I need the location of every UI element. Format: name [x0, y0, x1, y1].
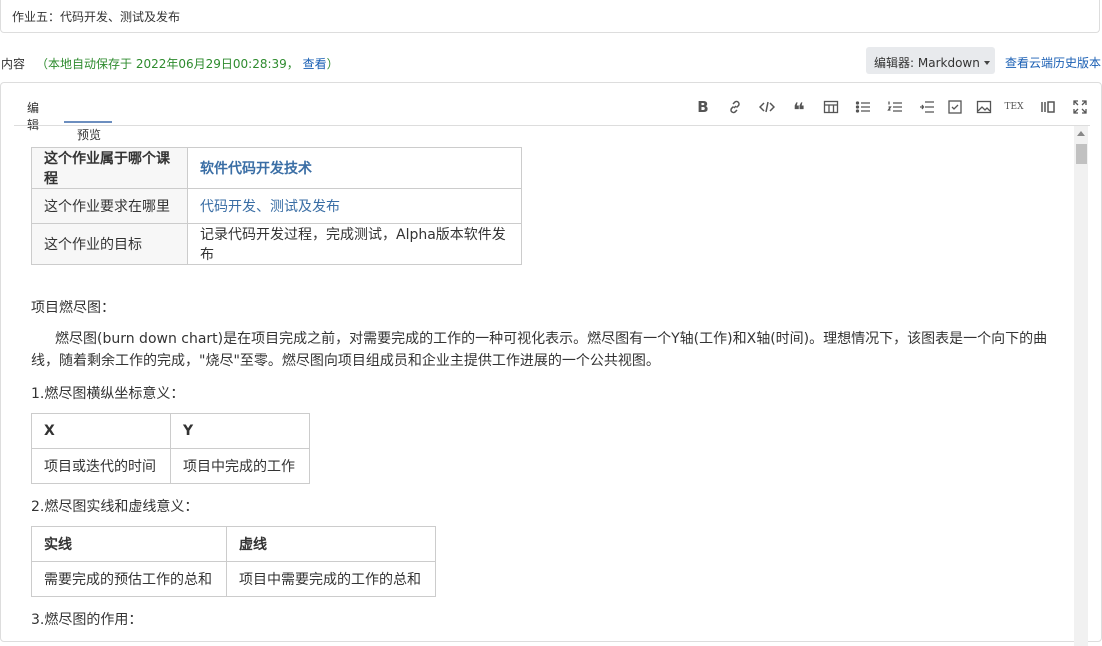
section-heading: 1.燃尽图横纵坐标意义：: [31, 386, 185, 402]
section-heading: 2.燃尽图实线和虚线意义：: [31, 499, 199, 515]
table-row: 这个作业属于哪个课程 软件代码开发技术: [31, 147, 522, 189]
preview-pane: 这个作业属于哪个课程 软件代码开发技术 这个作业要求在哪里 代码开发、测试及发布…: [15, 126, 1071, 646]
image-icon[interactable]: [974, 97, 994, 117]
checkbox-icon[interactable]: [945, 97, 965, 117]
editor-selector-button[interactable]: 编辑器: Markdown: [866, 47, 995, 74]
section-heading: 项目燃尽图：: [31, 300, 115, 316]
indent-icon[interactable]: [917, 97, 937, 117]
chevron-down-icon: [983, 61, 990, 65]
table-header: Y: [170, 413, 310, 449]
autosave-suffix: ）: [326, 57, 339, 71]
editor-selector-label: 编辑器: Markdown: [874, 56, 980, 70]
active-tab-indicator: [64, 121, 112, 123]
assignment-title-field[interactable]: 作业五：代码开发、测试及发布: [0, 0, 1100, 33]
scroll-up-icon[interactable]: [1077, 131, 1085, 136]
section-heading: 3.燃尽图的作用：: [31, 612, 143, 628]
markdown-editor: 编辑 预览 B ❝ TEX 这个作业属于哪个课程 软件代码开发技术 这个作业要求…: [0, 82, 1102, 646]
content-label: 内容: [1, 57, 26, 71]
table-row: 这个作业要求在哪里 代码开发、测试及发布: [31, 188, 522, 224]
table-cell: 项目或迭代的时间: [31, 448, 171, 484]
split-view-icon[interactable]: [1038, 97, 1058, 117]
table-cell: 需要完成的预估工作的总和: [31, 561, 227, 597]
lines-table: 实线 虚线 需要完成的预估工作的总和 项目中需要完成的工作的总和: [31, 526, 436, 597]
table-header: 实线: [31, 526, 227, 562]
cloud-history-link[interactable]: 查看云端历史版本: [1005, 54, 1101, 71]
table-header: X: [31, 413, 171, 449]
tex-icon[interactable]: TEX: [1004, 97, 1024, 117]
scrollbar-thumb[interactable]: [1076, 144, 1087, 164]
table-row: X Y: [31, 413, 310, 449]
table-header: 虚线: [226, 526, 436, 562]
assignment-requirement-link[interactable]: 代码开发、测试及发布: [200, 199, 340, 215]
table-cell: 项目中完成的工作: [170, 448, 310, 484]
code-icon[interactable]: [757, 97, 777, 117]
info-table: 这个作业属于哪个课程 软件代码开发技术 这个作业要求在哪里 代码开发、测试及发布…: [31, 147, 522, 265]
table-row: 实线 虚线: [31, 526, 436, 562]
table-row: 需要完成的预估工作的总和 项目中需要完成的工作的总和: [31, 561, 436, 597]
table-cell: 这个作业要求在哪里: [31, 188, 188, 224]
bold-icon[interactable]: B: [693, 97, 713, 117]
fullscreen-icon[interactable]: [1070, 97, 1090, 117]
course-link[interactable]: 软件代码开发技术: [200, 161, 312, 177]
axes-table: X Y 项目或迭代的时间 项目中完成的工作: [31, 413, 310, 484]
table-cell: 记录代码开发过程，完成测试，Alpha版本软件发布: [187, 223, 522, 265]
autosave-view-link[interactable]: 查看: [303, 57, 327, 71]
assignment-title-text: 作业五：代码开发、测试及发布: [12, 10, 181, 24]
table-cell: 这个作业属于哪个课程: [31, 147, 188, 189]
table-row: 项目或迭代的时间 项目中完成的工作: [31, 448, 310, 484]
table-cell: 项目中需要完成的工作的总和: [226, 561, 436, 597]
table-cell: 代码开发、测试及发布: [187, 188, 522, 224]
table-row: 这个作业的目标 记录代码开发过程，完成测试，Alpha版本软件发布: [31, 223, 522, 265]
table-cell: 这个作业的目标: [31, 223, 188, 265]
quote-icon[interactable]: ❝: [789, 97, 809, 122]
autosave-text: （本地自动保存于 2022年06月29日00:28:39，: [36, 57, 299, 71]
link-icon[interactable]: [725, 97, 745, 117]
table-cell: 软件代码开发技术: [187, 147, 522, 189]
autosave-status: （本地自动保存于 2022年06月29日00:28:39， 查看）: [36, 55, 339, 72]
preview-scrollbar[interactable]: [1074, 126, 1088, 646]
bullet-list-icon[interactable]: [853, 97, 873, 117]
numbered-list-icon[interactable]: [885, 97, 905, 117]
burndown-paragraph: 燃尽图(burn down chart)是在项目完成之前，对需要完成的工作的一种…: [31, 331, 1048, 369]
table-icon[interactable]: [821, 97, 841, 117]
